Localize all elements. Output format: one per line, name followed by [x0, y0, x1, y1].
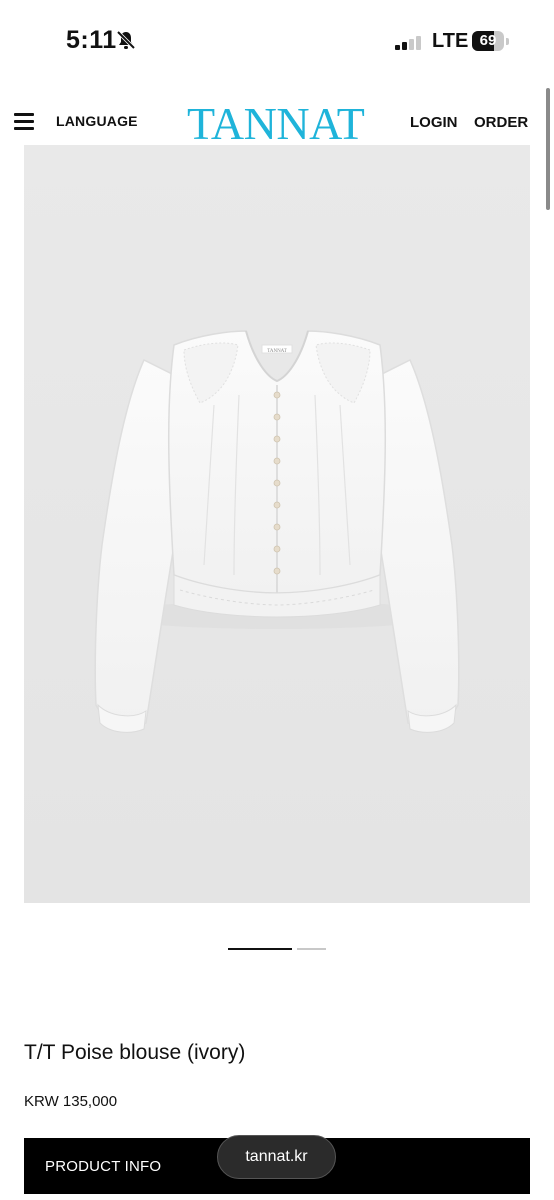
carousel-dot-active[interactable]	[228, 948, 292, 950]
garment-label: TANNAT	[267, 349, 287, 354]
product-name: T/T Poise blouse (ivory)	[24, 1041, 246, 1064]
battery-icon: 69	[472, 31, 510, 51]
signal-icon	[395, 36, 421, 50]
brand-logo[interactable]: TANNAT	[187, 100, 365, 148]
order-link[interactable]: ORDER	[474, 114, 528, 131]
product-image[interactable]: TANNAT	[24, 145, 530, 903]
product-price: KRW 135,000	[24, 1093, 118, 1110]
login-link[interactable]: LOGIN	[410, 114, 458, 131]
site-header: LANGUAGE TANNAT LOGIN ORDER	[0, 96, 554, 148]
status-time: 5:11	[66, 26, 117, 54]
status-bar: 5:11 LTE 69	[0, 0, 554, 84]
carousel-indicator	[0, 948, 554, 951]
battery-level: 69	[479, 32, 497, 49]
product-info-label: PRODUCT INFO	[45, 1158, 162, 1175]
language-link[interactable]: LANGUAGE	[56, 113, 138, 129]
page-scrollbar[interactable]	[546, 88, 550, 210]
browser-url-pill[interactable]: tannat.kr	[217, 1135, 336, 1179]
bell-muted-icon	[116, 30, 136, 50]
hamburger-menu-icon[interactable]	[14, 113, 34, 131]
divider	[24, 1194, 530, 1200]
carousel-dot[interactable]	[297, 948, 326, 950]
network-type: LTE	[432, 30, 469, 52]
browser-url-text: tannat.kr	[245, 1148, 308, 1165]
blouse-illustration: TANNAT	[94, 330, 460, 733]
